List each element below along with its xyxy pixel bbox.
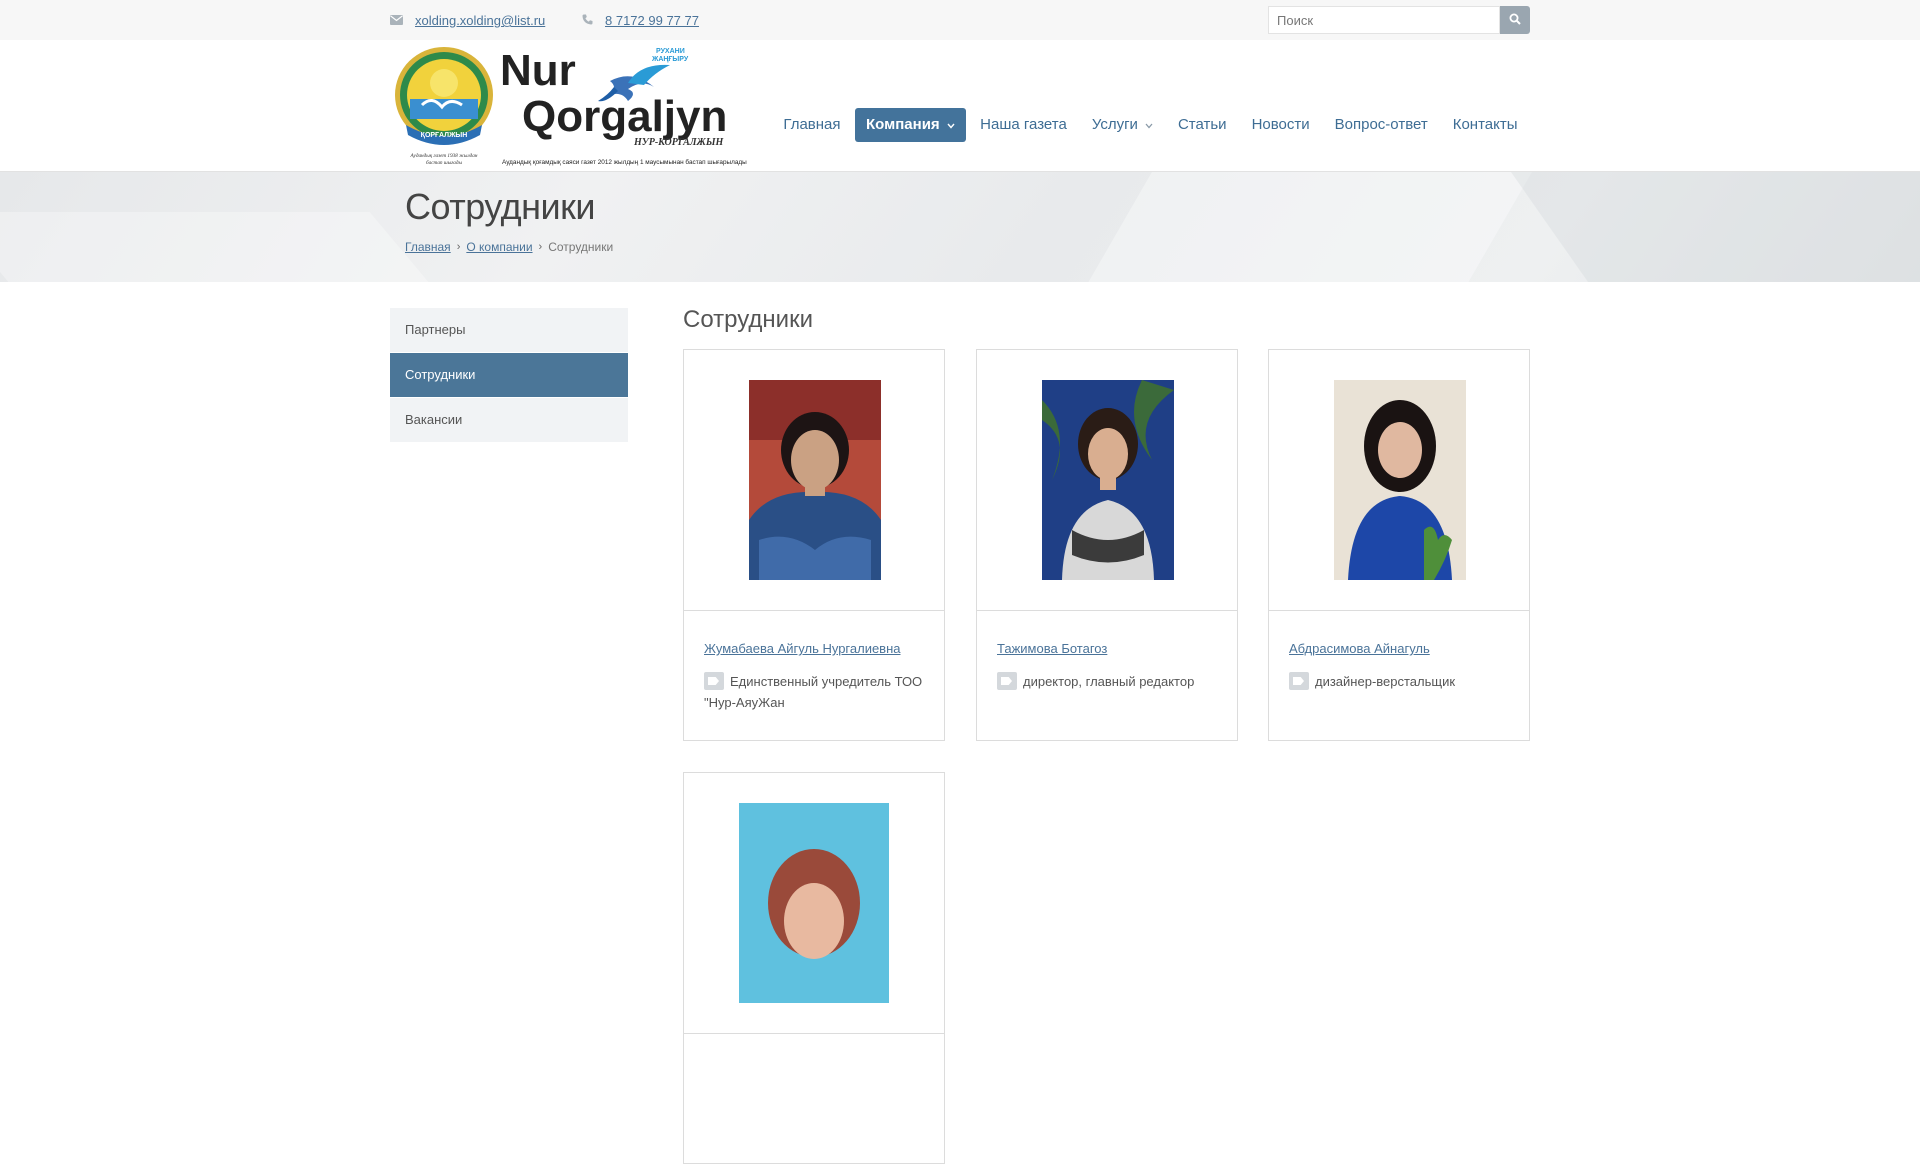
main-nav: Главная Компания Наша газета Услуги Стат…	[771, 108, 1530, 142]
search-form	[1268, 6, 1530, 34]
envelope-icon	[390, 13, 403, 28]
employee-role: Единственный учредитель ТОО "Нур-АяуЖан	[704, 671, 924, 713]
employee-name-link[interactable]: Жумабаева Айгуль Нургалиевна	[704, 641, 901, 656]
employee-photo[interactable]	[749, 380, 881, 580]
content-area: Партнеры Сотрудники Вакансии Сотрудники …	[0, 282, 1920, 1164]
logo-title-line1: Nur	[500, 46, 576, 95]
logo-subtitle: НУР-КОРГАЛЖЫН	[633, 137, 725, 148]
decorative-shape	[1510, 172, 1920, 282]
nav-item-faq[interactable]: Вопрос-ответ	[1322, 108, 1440, 142]
nav-item-articles[interactable]: Статьи	[1165, 108, 1239, 142]
nav-label: Главная	[783, 116, 841, 133]
photo-container	[684, 773, 944, 1034]
employee-role-text: директор, главный редактор	[1023, 674, 1195, 689]
photo-container	[1269, 350, 1529, 611]
employee-photo[interactable]	[739, 803, 889, 1003]
nav-item-contacts[interactable]: Контакты	[1440, 108, 1530, 142]
search-input[interactable]	[1268, 6, 1500, 34]
emblem-ribbon-text: ҚОРҒАЛЖЫН	[421, 132, 468, 139]
photo-container	[977, 350, 1237, 611]
employee-photo[interactable]	[1042, 380, 1174, 580]
employee-role-text: Единственный учредитель ТОО "Нур-АяуЖан	[704, 674, 923, 710]
nav-item-services[interactable]: Услуги	[1079, 108, 1165, 142]
contact-email-text: xolding.xolding@list.ru	[415, 13, 546, 28]
chevron-right-icon: ›	[538, 241, 543, 253]
emblem-icon: ҚОРҒАЛЖЫН Аудандық газет 1938 жылдан бас…	[395, 47, 493, 166]
logo-footer-text: Аудандық қоғамдық саяси газет 2012 жылды…	[502, 158, 747, 166]
sidebar-item-vacancies[interactable]: Вакансии	[390, 398, 628, 442]
nav-item-home[interactable]: Главная	[771, 108, 853, 142]
site-logo[interactable]: ҚОРҒАЛЖЫН Аудандық газет 1938 жылдан бас…	[392, 43, 758, 169]
employee-role-text: дизайнер-верстальщик	[1315, 674, 1456, 689]
contact-phone-link[interactable]: 8 7172 99 77 77	[582, 13, 699, 28]
employee-name-link[interactable]: Абдрасимова Айнагуль	[1289, 641, 1430, 656]
breadcrumb-current: Сотрудники	[548, 240, 614, 254]
nav-label: Услуги	[1091, 116, 1138, 133]
emblem-caption-2: бастап шығады	[426, 159, 462, 166]
nav-label: Вопрос-ответ	[1334, 116, 1428, 133]
sidebar-item-employees[interactable]: Сотрудники	[390, 353, 628, 397]
chevron-down-icon	[947, 108, 955, 142]
search-icon	[1509, 13, 1521, 28]
employee-card	[683, 772, 945, 1164]
page-title-band: Сотрудники Главная › О компании › Сотруд…	[0, 171, 1920, 282]
tag-icon	[704, 672, 724, 690]
breadcrumb: Главная › О компании › Сотрудники	[405, 240, 613, 254]
contact-phone-text: 8 7172 99 77 77	[605, 13, 699, 28]
employee-photo[interactable]	[1334, 380, 1466, 580]
tag-icon	[997, 672, 1017, 690]
nav-label: Наша газета	[980, 116, 1067, 133]
nav-label: Контакты	[1452, 116, 1518, 133]
search-button[interactable]	[1500, 6, 1530, 34]
sidebar-item-partners[interactable]: Партнеры	[390, 308, 628, 352]
contact-email-link[interactable]: xolding.xolding@list.ru	[390, 13, 545, 28]
employee-card: Абдрасимова Айнагуль дизайнер-верстальщи…	[1268, 349, 1530, 741]
nav-label: Компания	[866, 116, 940, 133]
logo-title-line2: Qorgaljyn	[522, 92, 727, 141]
chevron-down-icon	[1145, 108, 1153, 142]
nav-item-news[interactable]: Новости	[1239, 108, 1322, 142]
bird-caption-2: ЖАҢҒЫРУ	[651, 56, 689, 63]
sidebar: Партнеры Сотрудники Вакансии	[390, 308, 628, 443]
section-title: Сотрудники	[683, 306, 813, 333]
nav-label: Новости	[1251, 116, 1310, 133]
employee-card: Тажимова Ботагоз директор, главный редак…	[976, 349, 1238, 741]
chevron-right-icon: ›	[456, 241, 461, 253]
nav-item-newspaper[interactable]: Наша газета	[968, 108, 1080, 142]
employee-role: директор, главный редактор	[997, 671, 1217, 692]
photo-container	[684, 350, 944, 611]
breadcrumb-home-link[interactable]: Главная	[405, 240, 451, 254]
top-bar: xolding.xolding@list.ru 8 7172 99 77 77	[0, 0, 1920, 40]
breadcrumb-company-link[interactable]: О компании	[466, 240, 532, 254]
page-title: Сотрудники	[405, 186, 596, 227]
site-header: ҚОРҒАЛЖЫН Аудандық газет 1938 жылдан бас…	[0, 40, 1920, 171]
nav-item-company[interactable]: Компания	[855, 108, 966, 142]
bird-caption-1: РУХАНИ	[656, 48, 685, 55]
nav-label: Статьи	[1177, 116, 1227, 133]
phone-icon	[582, 13, 593, 28]
employee-name-link[interactable]: Тажимова Ботагоз	[997, 641, 1107, 656]
employee-role: дизайнер-верстальщик	[1289, 671, 1509, 692]
employee-card: Жумабаева Айгуль Нургалиевна Единственны…	[683, 349, 945, 741]
emblem-caption-1: Аудандық газет 1938 жылдан	[410, 152, 478, 159]
tag-icon	[1289, 672, 1309, 690]
